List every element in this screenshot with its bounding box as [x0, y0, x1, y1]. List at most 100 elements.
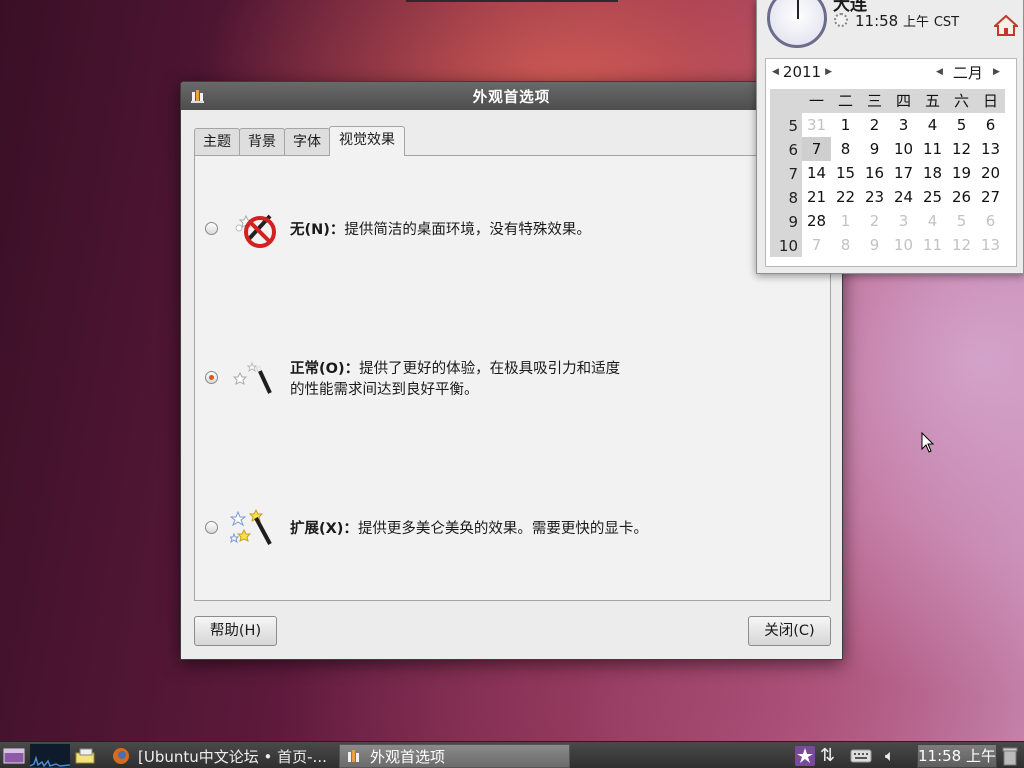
- calendar-week-row: 10 7 8 9 10 11 12 13: [770, 233, 1005, 257]
- sparkle-wand-icon: [230, 508, 272, 545]
- clock-calendar-popup: 大连 11:58 上午 CST ◀ 2011 ▶ ◀ 二月 ▶ 一二三四五六日5…: [756, 0, 1024, 274]
- radio-extra[interactable]: [205, 521, 218, 534]
- calendar-day[interactable]: 26: [947, 185, 976, 209]
- calendar-day[interactable]: 18: [918, 161, 947, 185]
- mouse-pointer-icon: [921, 432, 935, 453]
- weekday-label: 六: [953, 92, 969, 110]
- volume-icon[interactable]: 🔈︎: [885, 742, 895, 768]
- calendar-day[interactable]: 3: [889, 209, 918, 233]
- weekday-label: 日: [982, 92, 998, 110]
- calendar-day[interactable]: 7: [802, 137, 831, 161]
- system-monitor-graph-icon: [30, 744, 70, 767]
- calendar-day[interactable]: 23: [860, 185, 889, 209]
- task-firefox-label: [Ubuntu中文论坛 • 首页-...: [138, 747, 327, 766]
- week-number-header: [770, 89, 802, 113]
- calendar: ◀ 2011 ▶ ◀ 二月 ▶ 一二三四五六日 5 31 1 2 3 4 5 6 6 7 8 9 10 11…: [765, 58, 1017, 267]
- panel-clock[interactable]: 11:58 上午: [917, 744, 997, 768]
- close-button[interactable]: 关闭(C): [748, 616, 831, 646]
- tray-compiz-icon-button[interactable]: [794, 742, 816, 768]
- tab-theme[interactable]: 主题: [194, 128, 240, 156]
- calendar-day[interactable]: 10: [889, 137, 918, 161]
- next-year-arrow-icon[interactable]: ▶: [821, 67, 836, 77]
- tab-bar: 主题 背景 字体 视觉效果: [194, 126, 405, 156]
- calendar-day[interactable]: 1: [831, 113, 860, 137]
- home-icon[interactable]: [994, 14, 1018, 36]
- system-monitor-applet[interactable]: [30, 742, 70, 768]
- radio-none[interactable]: [205, 222, 218, 235]
- calendar-day[interactable]: 9: [860, 137, 889, 161]
- prev-year-arrow-icon[interactable]: ◀: [768, 67, 783, 77]
- task-firefox-forum[interactable]: [Ubuntu中文论坛 • 首页-...: [106, 744, 334, 768]
- calendar-day[interactable]: 9: [860, 233, 889, 257]
- calendar-day[interactable]: 12: [947, 233, 976, 257]
- calendar-day[interactable]: 13: [976, 233, 1005, 257]
- calendar-day[interactable]: 21: [802, 185, 831, 209]
- appearance-task-icon: [348, 750, 359, 762]
- calendar-day[interactable]: 1: [831, 209, 860, 233]
- calendar-week-row: 6 7 8 9 10 11 12 13: [770, 137, 1005, 161]
- calendar-day[interactable]: 17: [889, 161, 918, 185]
- calendar-day[interactable]: 12: [947, 137, 976, 161]
- appearance-preferences-window: 外观首选项 主题 背景 字体 视觉效果 无(N)：提供简洁的桌面环境，没有特殊效…: [180, 81, 843, 660]
- tab-visual-effects[interactable]: 视觉效果: [329, 126, 405, 156]
- option-extra-label: 扩展(X)：: [290, 521, 358, 537]
- calendar-day[interactable]: 2: [860, 113, 889, 137]
- calendar-day[interactable]: 27: [976, 185, 1005, 209]
- calendar-day[interactable]: 19: [947, 161, 976, 185]
- help-button[interactable]: 帮助(H): [194, 616, 277, 646]
- calendar-day[interactable]: 13: [976, 137, 1005, 161]
- show-desktop-button[interactable]: [3, 742, 25, 768]
- calendar-day[interactable]: 16: [860, 161, 889, 185]
- prev-month-arrow-icon[interactable]: ◀: [932, 67, 947, 77]
- next-month-arrow-icon[interactable]: ▶: [989, 67, 1004, 77]
- calendar-day[interactable]: 3: [889, 113, 918, 137]
- option-normal-desc-line2: 的性能需求间达到良好平衡。: [290, 382, 479, 398]
- calendar-day[interactable]: 22: [831, 185, 860, 209]
- calendar-day[interactable]: 4: [918, 113, 947, 137]
- calendar-day[interactable]: 5: [947, 209, 976, 233]
- network-icon[interactable]: ⇅: [820, 742, 835, 768]
- calendar-day[interactable]: 8: [831, 137, 860, 161]
- firefox-icon: [113, 748, 129, 764]
- no-effects-icon: [235, 214, 276, 248]
- calendar-day[interactable]: 20: [976, 161, 1005, 185]
- task-appearance-preferences[interactable]: 外观首选项: [339, 744, 570, 768]
- tab-background[interactable]: 背景: [239, 128, 285, 156]
- calendar-day[interactable]: 28: [802, 209, 831, 233]
- calendar-day[interactable]: 8: [831, 233, 860, 257]
- calendar-day[interactable]: 24: [889, 185, 918, 209]
- option-normal-label: 正常(O)：: [290, 361, 360, 377]
- calendar-day[interactable]: 4: [918, 209, 947, 233]
- calendar-week-row: 7 14 15 16 17 18 19 20: [770, 161, 1005, 185]
- calendar-day[interactable]: 31: [802, 113, 831, 137]
- trash-icon[interactable]: [1001, 742, 1019, 768]
- window-titlebar[interactable]: 外观首选项: [181, 82, 842, 110]
- calendar-day[interactable]: 11: [918, 233, 947, 257]
- calendar-day[interactable]: 15: [831, 161, 860, 185]
- analog-clock-icon: [767, 0, 827, 48]
- location-time-ampm: 上午: [903, 15, 930, 30]
- keyboard-icon[interactable]: [850, 742, 872, 768]
- calendar-day[interactable]: 2: [860, 209, 889, 233]
- radio-normal[interactable]: [205, 371, 218, 384]
- calendar-day[interactable]: 7: [802, 233, 831, 257]
- weekday-label: 一: [808, 92, 824, 110]
- calendar-year: 2011: [782, 63, 822, 81]
- calendar-day[interactable]: 6: [976, 209, 1005, 233]
- notes-applet[interactable]: [74, 742, 96, 768]
- calendar-day[interactable]: 10: [889, 233, 918, 257]
- tab-fonts[interactable]: 字体: [284, 128, 330, 156]
- calendar-day[interactable]: 5: [947, 113, 976, 137]
- sticky-notes-icon: [75, 748, 95, 763]
- week-number: 5: [770, 113, 802, 137]
- location-time: 11:58 上午 CST: [855, 11, 959, 30]
- calendar-day[interactable]: 14: [802, 161, 831, 185]
- calendar-day[interactable]: 6: [976, 113, 1005, 137]
- weekday-header-row: 一二三四五六日: [770, 89, 1005, 113]
- visual-effects-panel: 无(N)：提供简洁的桌面环境，没有特殊效果。 正常(O)：提供了更好的体验，在极…: [194, 155, 831, 601]
- calendar-day[interactable]: 25: [918, 185, 947, 209]
- trash-can-icon: [1002, 747, 1018, 765]
- calendar-month: 二月: [952, 63, 983, 82]
- calendar-day[interactable]: 11: [918, 137, 947, 161]
- option-none-label: 无(N)：: [290, 222, 345, 238]
